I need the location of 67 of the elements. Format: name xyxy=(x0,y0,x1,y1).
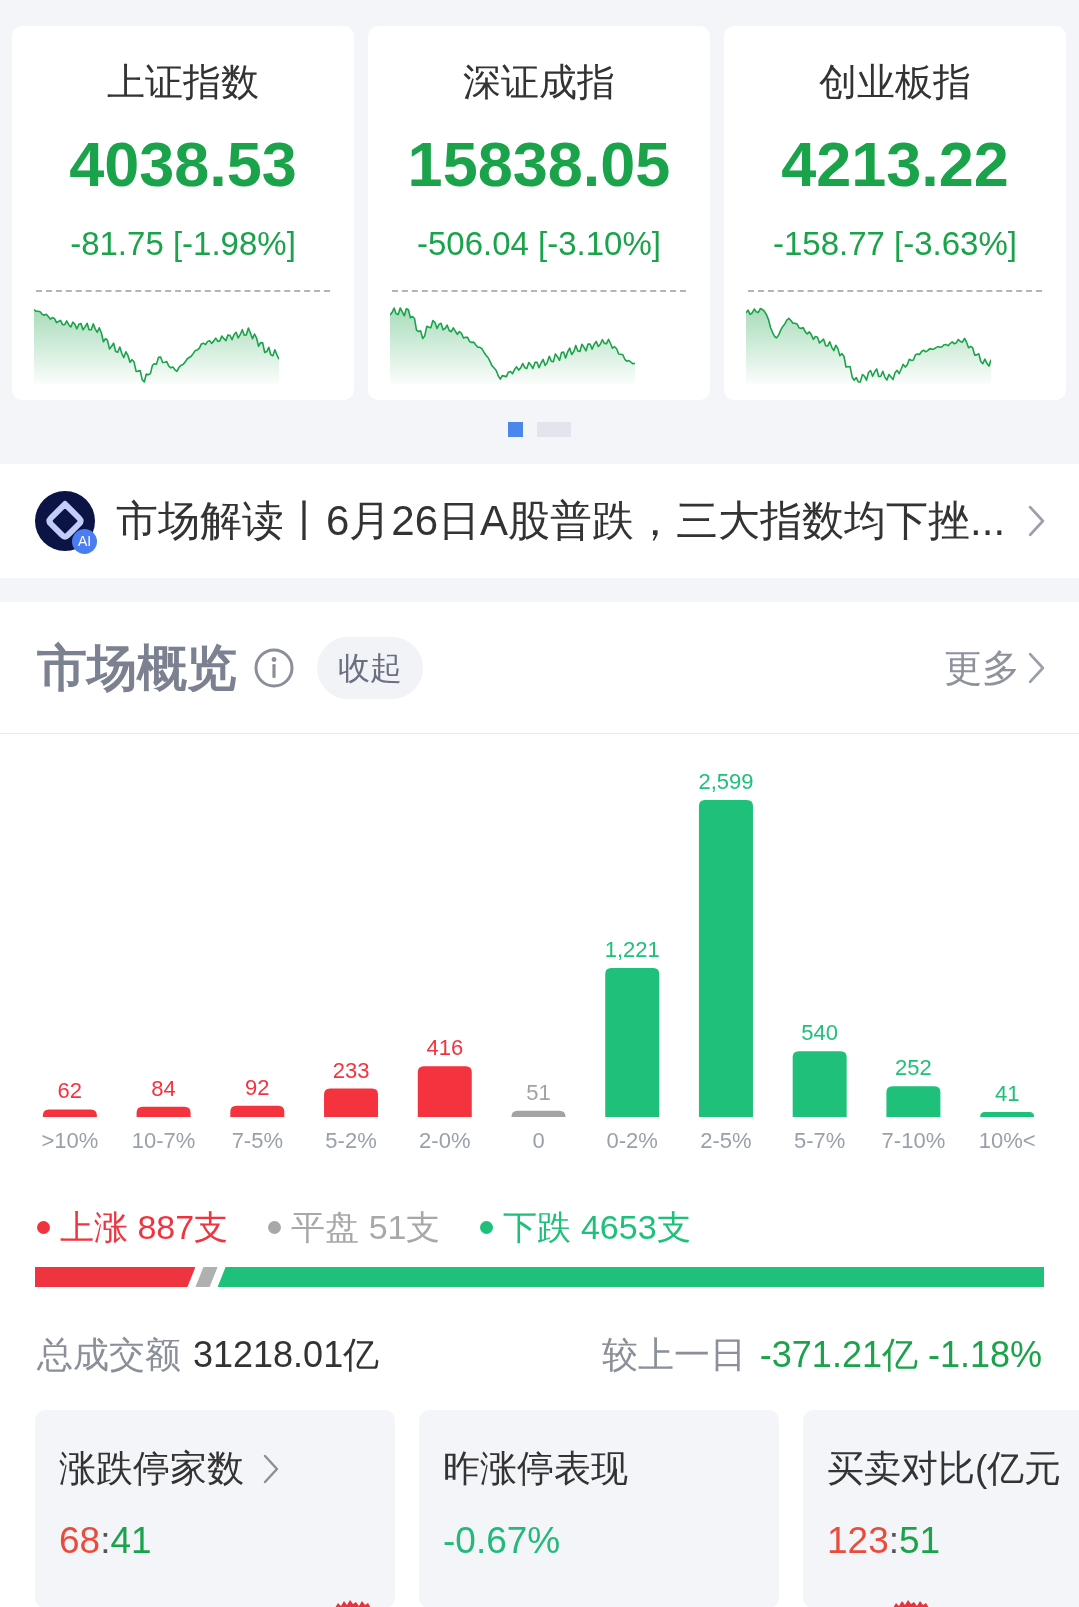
bar xyxy=(136,1106,191,1117)
stat-title: 买卖对比(亿元 xyxy=(827,1450,1062,1488)
value-label: 2,599 xyxy=(698,769,754,794)
breadth-label: 下跌 4653支 xyxy=(503,1209,691,1245)
turnover-label: 总成交额 xyxy=(37,1335,181,1375)
breadth-label: 平盘 51支 xyxy=(291,1209,441,1245)
bar xyxy=(417,1066,472,1117)
compare-value: -371.21亿 -1.18% xyxy=(759,1335,1042,1375)
bar xyxy=(42,1109,97,1117)
category-label: 5-2% xyxy=(325,1128,377,1153)
category-label: 5-7% xyxy=(794,1128,846,1153)
chevron-icon xyxy=(1028,651,1045,684)
info-icon[interactable] xyxy=(254,647,294,688)
index-name: 深证成指 xyxy=(463,63,615,101)
category-label: 0 xyxy=(532,1128,545,1153)
value-label: 233 xyxy=(332,1057,370,1083)
bar xyxy=(792,1051,847,1117)
value-label: 51 xyxy=(526,1079,551,1105)
bar xyxy=(886,1086,941,1117)
value-label: 1,221 xyxy=(604,937,660,963)
turnover-value: 31218.01亿 xyxy=(193,1335,380,1375)
index-card[interactable]: 创业板指 4213.22 -158.77 [-3.63%] xyxy=(724,26,1066,400)
category-label: 10%< xyxy=(978,1128,1036,1153)
bar xyxy=(230,1105,285,1117)
insight-headline[interactable]: 市场解读丨6月26日A股普跌，三大指数均下挫... xyxy=(116,498,1006,544)
stat-card[interactable]: 昨涨停表现 -0.67% xyxy=(419,1410,779,1607)
category-label: 0-2% xyxy=(606,1128,658,1153)
ai-badge: AI xyxy=(72,529,97,554)
index-card[interactable]: 深证成指 15838.05 -506.04 [-3.10%] xyxy=(368,26,710,400)
stat-title: 涨跌停家数 xyxy=(59,1450,244,1488)
bar xyxy=(324,1088,379,1117)
compare-label: 较上一日 xyxy=(601,1335,746,1375)
chevron-icon xyxy=(1028,505,1045,537)
stat-card[interactable]: 买卖对比(亿元 123:51 xyxy=(803,1410,1079,1607)
breadth-label: 上涨 887支 xyxy=(60,1209,229,1245)
index-name: 创业板指 xyxy=(819,63,971,101)
category-label: 2-0% xyxy=(419,1128,471,1153)
index-change: -81.75 [-1.98%] xyxy=(70,228,296,260)
index-value: 4038.53 xyxy=(69,133,297,195)
value-label: 252 xyxy=(895,1055,932,1081)
index-change: -158.77 [-3.63%] xyxy=(773,228,1017,260)
stat-value: 123:51 xyxy=(827,1522,941,1560)
category-label: 2-5% xyxy=(700,1128,752,1153)
category-label: 7-10% xyxy=(881,1128,946,1153)
index-name: 上证指数 xyxy=(107,63,259,101)
value-label: 84 xyxy=(151,1075,176,1101)
collapse-button[interactable]: 收起 xyxy=(317,636,423,699)
index-value: 4213.22 xyxy=(781,133,1009,195)
category-label: 7-5% xyxy=(231,1128,283,1153)
stat-value: -0.67% xyxy=(443,1522,561,1560)
stat-card[interactable]: 涨跌停家数 68:41 xyxy=(35,1410,395,1607)
index-value: 15838.05 xyxy=(407,133,671,195)
bar xyxy=(980,1112,1035,1117)
stat-title: 昨涨停表现 xyxy=(443,1450,628,1488)
value-label: 92 xyxy=(245,1074,270,1100)
value-label: 416 xyxy=(426,1035,464,1061)
category-label: >10% xyxy=(41,1128,99,1153)
stat-value: 68:41 xyxy=(59,1522,152,1560)
value-label: 62 xyxy=(57,1078,83,1104)
value-label: 41 xyxy=(994,1081,1020,1106)
category-label: 10-7% xyxy=(131,1128,196,1153)
index-change: -506.04 [-3.10%] xyxy=(417,228,661,260)
value-label: 540 xyxy=(801,1020,839,1046)
page-indicator[interactable] xyxy=(508,422,523,437)
index-card[interactable]: 上证指数 4038.53 -81.75 [-1.98%] xyxy=(12,26,354,400)
section-title: 市场概览 xyxy=(37,641,237,694)
bar xyxy=(511,1110,566,1117)
